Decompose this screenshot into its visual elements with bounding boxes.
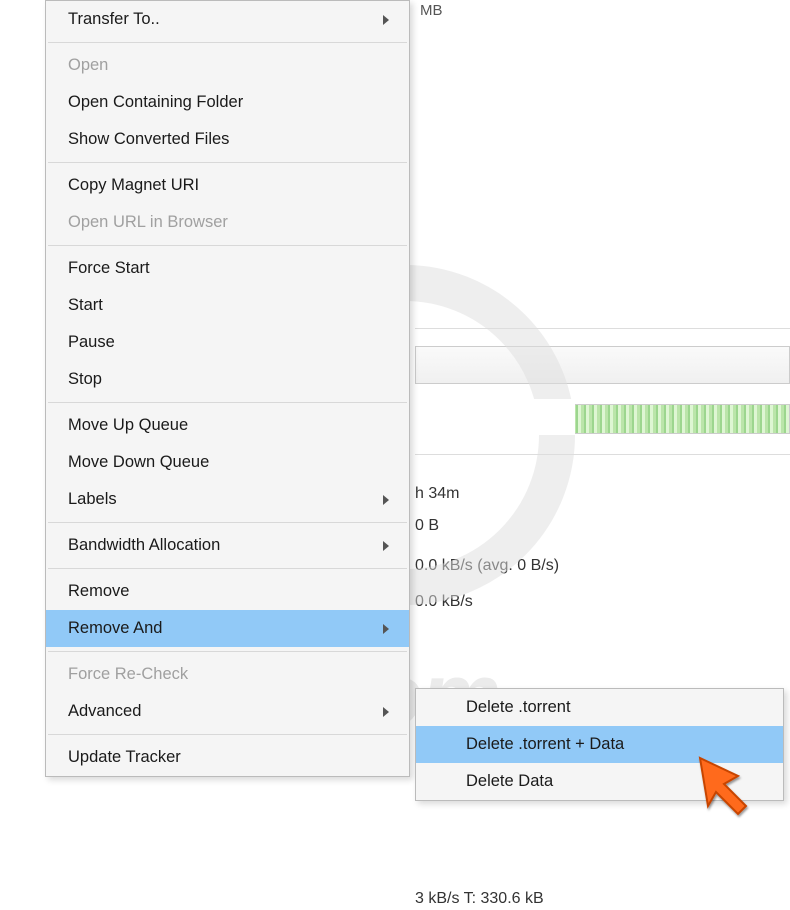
- menu-update-tracker[interactable]: Update Tracker: [46, 739, 409, 776]
- chevron-right-icon: [383, 624, 389, 634]
- menu-item-label: Transfer To..: [68, 10, 383, 29]
- menu-item-label: Move Up Queue: [68, 416, 389, 435]
- menu-advanced[interactable]: Advanced: [46, 693, 409, 730]
- total-value: 3 kB/s T: 330.6 kB: [415, 890, 544, 908]
- chevron-right-icon: [383, 707, 389, 717]
- menu-separator: [48, 734, 407, 735]
- menu-force-recheck: Force Re-Check: [46, 656, 409, 693]
- menu-show-converted-files[interactable]: Show Converted Files: [46, 121, 409, 158]
- chevron-right-icon: [383, 541, 389, 551]
- submenu-delete-torrent[interactable]: Delete .torrent: [416, 689, 783, 726]
- menu-pause[interactable]: Pause: [46, 324, 409, 361]
- separator: [415, 454, 790, 455]
- menu-item-label: Copy Magnet URI: [68, 176, 389, 195]
- menu-item-label: Advanced: [68, 702, 383, 721]
- menu-item-label: Bandwidth Allocation: [68, 536, 383, 555]
- menu-item-label: Remove And: [68, 619, 383, 638]
- pieces-bar: [415, 404, 790, 434]
- menu-bandwidth-allocation[interactable]: Bandwidth Allocation: [46, 527, 409, 564]
- submenu-delete-data[interactable]: Delete Data: [416, 763, 783, 800]
- bytes-value: 0 B: [415, 517, 439, 535]
- menu-separator: [48, 245, 407, 246]
- progress-bar: [415, 346, 790, 384]
- menu-separator: [48, 522, 407, 523]
- menu-move-up-queue[interactable]: Move Up Queue: [46, 407, 409, 444]
- speed-value-2: 0.0 kB/s: [415, 593, 473, 611]
- menu-force-start[interactable]: Force Start: [46, 250, 409, 287]
- menu-separator: [48, 402, 407, 403]
- chevron-right-icon: [383, 495, 389, 505]
- menu-item-label: Start: [68, 296, 389, 315]
- menu-item-label: Force Start: [68, 259, 389, 278]
- menu-start[interactable]: Start: [46, 287, 409, 324]
- menu-stop[interactable]: Stop: [46, 361, 409, 398]
- menu-item-label: Delete Data: [438, 772, 763, 791]
- menu-item-label: Update Tracker: [68, 748, 389, 767]
- menu-separator: [48, 162, 407, 163]
- menu-item-label: Force Re-Check: [68, 665, 389, 684]
- menu-item-label: Open: [68, 56, 389, 75]
- menu-item-label: Delete .torrent: [438, 698, 763, 717]
- menu-separator: [48, 651, 407, 652]
- speed-value: 0.0 kB/s (avg. 0 B/s): [415, 557, 559, 575]
- menu-separator: [48, 42, 407, 43]
- menu-remove-and[interactable]: Remove And: [46, 610, 409, 647]
- menu-labels[interactable]: Labels: [46, 481, 409, 518]
- menu-item-label: Open Containing Folder: [68, 93, 389, 112]
- menu-item-label: Move Down Queue: [68, 453, 389, 472]
- menu-separator: [48, 568, 407, 569]
- menu-transfer-to[interactable]: Transfer To..: [46, 1, 409, 38]
- separator: [415, 328, 790, 329]
- menu-item-label: Stop: [68, 370, 389, 389]
- remove-and-submenu: Delete .torrent Delete .torrent + Data D…: [415, 688, 784, 801]
- menu-item-label: Open URL in Browser: [68, 213, 389, 232]
- menu-item-label: Show Converted Files: [68, 130, 389, 149]
- menu-open-containing-folder[interactable]: Open Containing Folder: [46, 84, 409, 121]
- submenu-delete-torrent-plus-data[interactable]: Delete .torrent + Data: [416, 726, 783, 763]
- menu-open: Open: [46, 47, 409, 84]
- menu-open-url-in-browser: Open URL in Browser: [46, 204, 409, 241]
- menu-item-label: Pause: [68, 333, 389, 352]
- menu-item-label: Delete .torrent + Data: [438, 735, 763, 754]
- partial-size-text: MB: [420, 2, 443, 19]
- chevron-right-icon: [383, 15, 389, 25]
- menu-copy-magnet-uri[interactable]: Copy Magnet URI: [46, 167, 409, 204]
- menu-remove[interactable]: Remove: [46, 573, 409, 610]
- menu-item-label: Remove: [68, 582, 389, 601]
- menu-item-label: Labels: [68, 490, 383, 509]
- time-value: h 34m: [415, 485, 459, 503]
- context-menu: Transfer To.. Open Open Containing Folde…: [45, 0, 410, 777]
- menu-move-down-queue[interactable]: Move Down Queue: [46, 444, 409, 481]
